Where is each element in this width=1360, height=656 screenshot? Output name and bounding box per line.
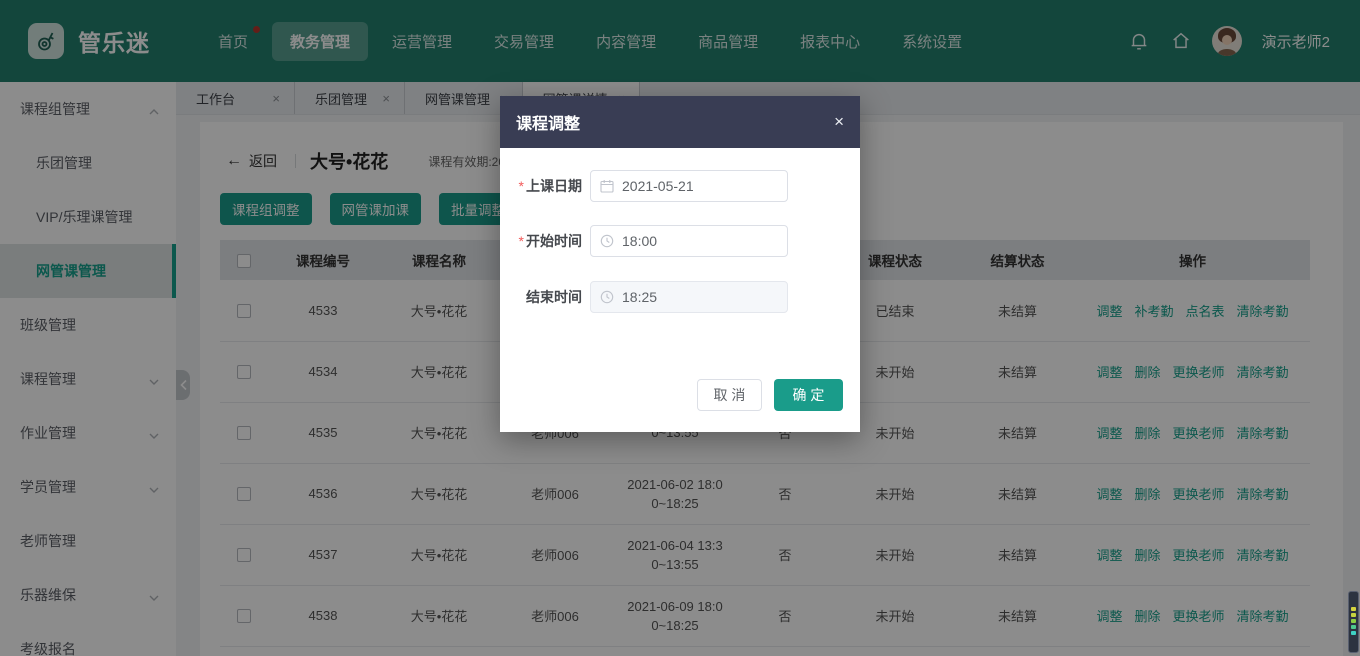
calendar-icon bbox=[600, 179, 614, 193]
minimap-stripe bbox=[1351, 607, 1356, 611]
cancel-button[interactable]: 取 消 bbox=[697, 379, 762, 411]
minimap-stripe bbox=[1351, 613, 1356, 617]
field-label: 结束时间 bbox=[500, 287, 582, 307]
course-adjust-dialog: 课程调整 × *上课日期 2021-05-21 *开始时间 18:00 结束时间 bbox=[500, 96, 860, 432]
end-time-input: 18:25 bbox=[590, 281, 788, 313]
minimap-stripe bbox=[1351, 631, 1356, 635]
dialog-title: 课程调整 bbox=[516, 110, 580, 134]
class-date-value: 2021-05-21 bbox=[622, 178, 694, 194]
field-row-end-time: 结束时间 18:25 bbox=[500, 287, 860, 307]
field-row-start-time: *开始时间 18:00 bbox=[500, 231, 860, 251]
field-row-class-date: *上课日期 2021-05-21 bbox=[500, 176, 860, 196]
dialog-header: 课程调整 × bbox=[500, 96, 860, 148]
clock-icon bbox=[600, 290, 614, 304]
clock-icon bbox=[600, 234, 614, 248]
field-label: *上课日期 bbox=[500, 176, 582, 196]
minimap-stripe bbox=[1351, 625, 1356, 629]
confirm-button[interactable]: 确 定 bbox=[774, 379, 843, 411]
required-star: * bbox=[519, 233, 524, 249]
start-time-value: 18:00 bbox=[622, 233, 657, 249]
start-time-input[interactable]: 18:00 bbox=[590, 225, 788, 257]
minimap-stripe bbox=[1351, 619, 1356, 623]
required-star: * bbox=[519, 178, 524, 194]
close-icon[interactable]: × bbox=[834, 112, 844, 132]
field-label: *开始时间 bbox=[500, 231, 582, 251]
class-date-input[interactable]: 2021-05-21 bbox=[590, 170, 788, 202]
scrollbar-minimap[interactable] bbox=[1348, 591, 1359, 653]
end-time-value: 18:25 bbox=[622, 289, 657, 305]
